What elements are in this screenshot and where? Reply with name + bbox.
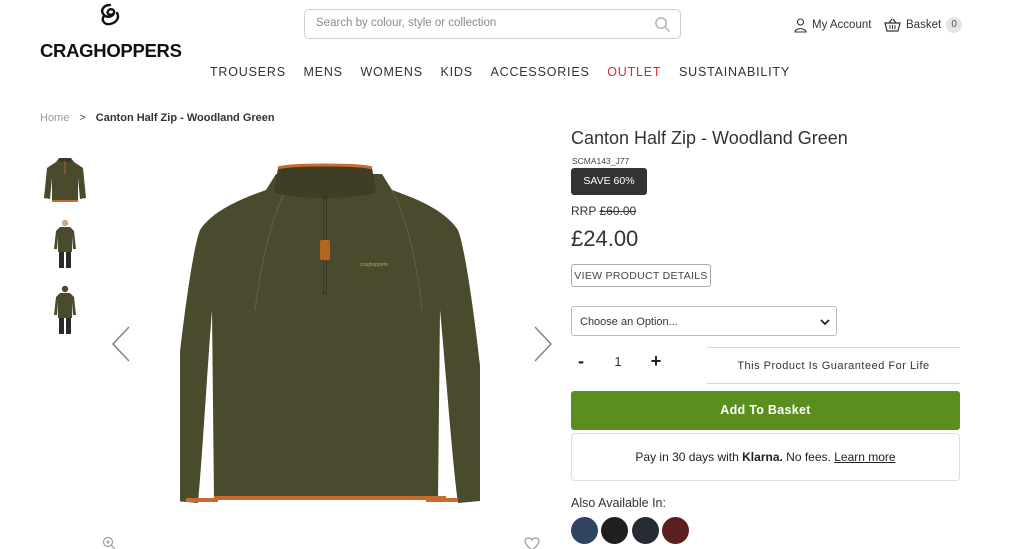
also-available-label: Also Available In: [571, 496, 666, 510]
model-back-thumbnail [54, 285, 76, 334]
jacket-front-thumbnail [44, 158, 86, 202]
nav-item-outlet[interactable]: OUTLET [607, 65, 661, 79]
svg-text:craghoppers: craghoppers [360, 262, 388, 268]
search-bar[interactable] [304, 9, 681, 39]
basket-label: Basket [906, 19, 942, 31]
product-title: Canton Half Zip - Woodland Green [571, 128, 848, 148]
option-select[interactable]: Choose an Option... [571, 306, 837, 336]
lifetime-guarantee-note: This Product Is Guaranteed For Life [707, 347, 960, 384]
my-account-label: My Account [812, 19, 872, 31]
klarna-brand: Klarna. [742, 450, 783, 464]
chevron-left-icon[interactable] [110, 325, 134, 363]
nav-item-accessories[interactable]: ACCESSORIES [491, 65, 590, 79]
rrp-price: RRP £60.00 [571, 204, 636, 218]
view-product-details-button[interactable]: VIEW PRODUCT DETAILS [571, 264, 711, 287]
klarna-suffix: No fees. [786, 450, 831, 464]
breadcrumb-separator: > [79, 112, 86, 124]
nav-item-sustainability[interactable]: SUSTAINABILITY [679, 65, 790, 79]
my-account-link[interactable]: My Account [794, 16, 871, 34]
breadcrumb-home[interactable]: Home [40, 112, 69, 124]
main-nav: TROUSERS MENS WOMENS KIDS ACCESSORIES OU… [210, 65, 790, 79]
zoom-icon[interactable] [102, 536, 116, 549]
klarna-banner: Pay in 30 days with Klarna. No fees. Lea… [571, 433, 960, 481]
user-icon [794, 17, 807, 33]
chevron-down-icon [820, 319, 830, 326]
color-swatch-maroon[interactable] [662, 517, 689, 544]
craghoppers-logo-icon [101, 3, 120, 26]
search-icon[interactable] [654, 16, 671, 33]
basket-link[interactable]: Basket 0 [884, 16, 963, 34]
basket-icon [884, 18, 901, 32]
save-badge: SAVE 60% [571, 168, 647, 195]
color-swatch-black[interactable] [601, 517, 628, 544]
color-swatch-navy[interactable] [571, 517, 598, 544]
product-main-image[interactable]: craghoppers [180, 160, 480, 525]
basket-count-badge: 0 [946, 17, 963, 33]
search-input[interactable] [316, 17, 636, 29]
quantity-value[interactable]: 1 [610, 354, 626, 369]
sale-price: £24.00 [571, 226, 639, 251]
heart-icon[interactable] [524, 537, 540, 549]
nav-item-trousers[interactable]: TROUSERS [210, 65, 286, 79]
klarna-prefix: Pay in 30 days with [635, 450, 739, 464]
quantity-decrease-button[interactable]: - [574, 351, 588, 371]
thumbnail-front[interactable] [40, 152, 90, 210]
model-front-thumbnail [54, 219, 76, 268]
color-swatch-dark-navy[interactable] [632, 517, 659, 544]
thumbnail-model-front[interactable] [40, 216, 90, 274]
nav-item-mens[interactable]: MENS [303, 65, 342, 79]
product-sku: SCMA143_J77 [572, 156, 630, 166]
nav-item-kids[interactable]: KIDS [441, 65, 473, 79]
logo-text: CRAGHOPPERS [40, 40, 182, 61]
breadcrumb-current: Canton Half Zip - Woodland Green [95, 112, 275, 124]
klarna-learn-more-link[interactable]: Learn more [834, 450, 895, 464]
chevron-right-icon[interactable] [530, 325, 554, 363]
rrp-value: £60.00 [599, 204, 637, 218]
breadcrumb: Home > Canton Half Zip - Woodland Green [40, 112, 275, 124]
rrp-label: RRP [571, 204, 597, 218]
quantity-increase-button[interactable]: + [648, 351, 664, 371]
nav-item-womens[interactable]: WOMENS [360, 65, 422, 79]
thumbnail-model-back[interactable] [40, 282, 90, 340]
option-select-value: Choose an Option... [580, 316, 678, 328]
site-logo[interactable]: CRAGHOPPERS [40, 2, 182, 62]
add-to-basket-button[interactable]: Add To Basket [571, 391, 960, 430]
